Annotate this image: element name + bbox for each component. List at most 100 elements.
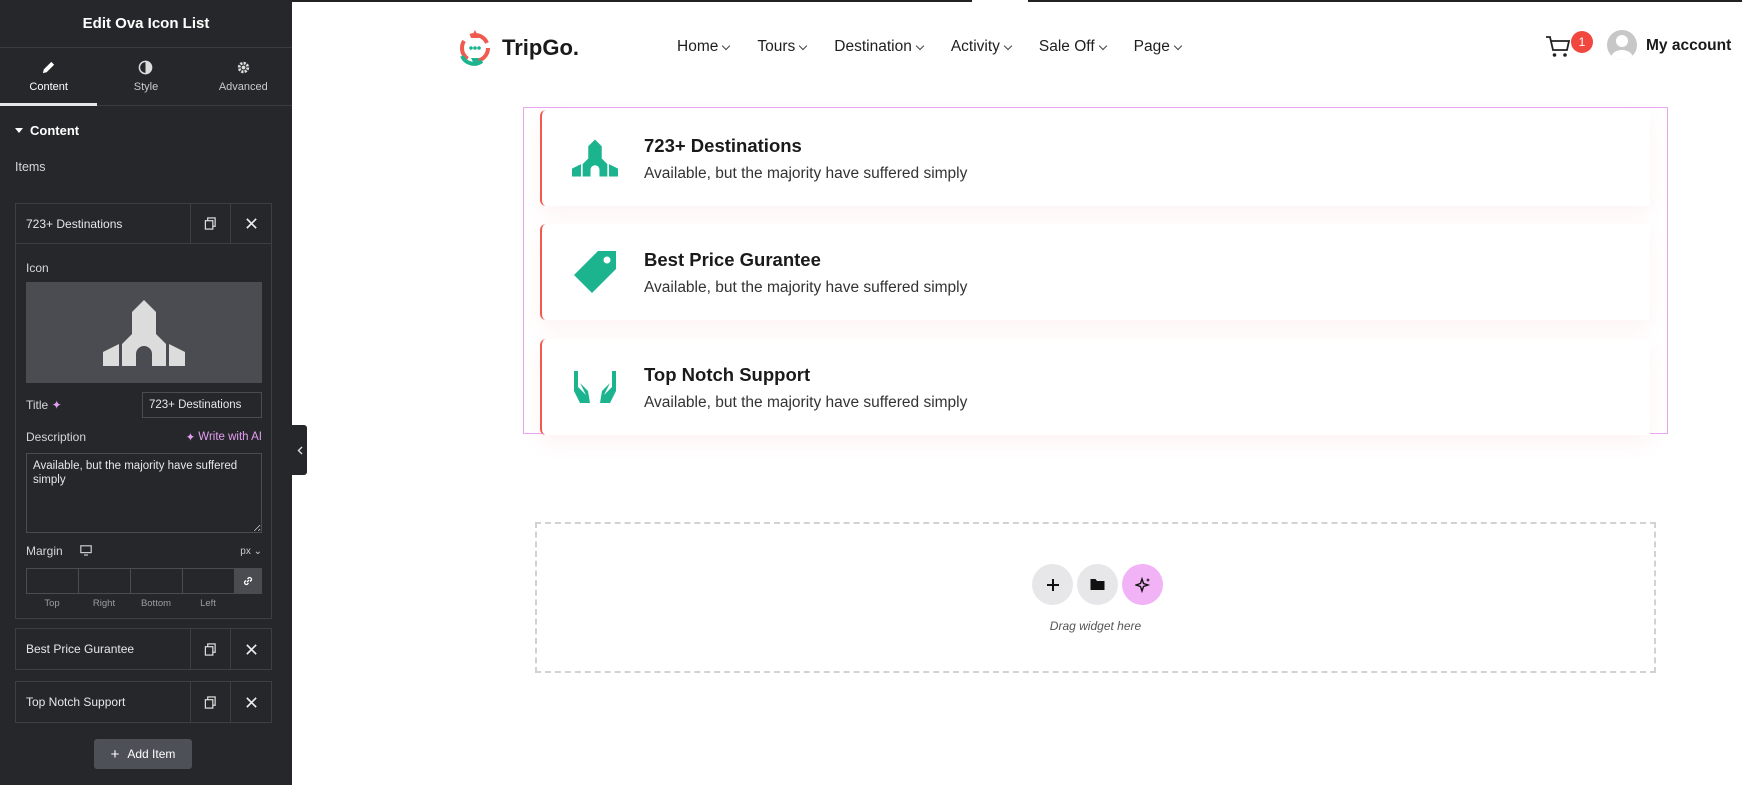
chevron-down-icon — [915, 41, 925, 50]
sparkle-icon — [1134, 576, 1150, 593]
description-textarea[interactable]: Available, but the majority have suffere… — [26, 453, 262, 533]
repeater-item-header[interactable]: 723+ Destinations — [16, 204, 271, 244]
plus-icon — [1046, 578, 1059, 591]
nav-item-destination[interactable]: Destination — [834, 38, 925, 56]
remove-button[interactable] — [231, 682, 271, 722]
icon-list-item: 723+ Destinations Available, but the maj… — [540, 110, 1650, 206]
icon-list-widget[interactable]: 723+ Destinations Available, but the maj… — [523, 107, 1668, 435]
unit-select[interactable]: px ⌄ — [240, 546, 262, 557]
chevron-down-icon — [799, 41, 808, 50]
add-item-label: Add Item — [127, 747, 176, 761]
panel-title: Edit Ova Icon List — [0, 0, 292, 48]
desktop-icon[interactable] — [80, 545, 92, 556]
icon-list-item-description: Available, but the majority have suffere… — [644, 165, 968, 182]
site-logo[interactable]: TripGo. — [456, 28, 579, 68]
margin-top-label: Top — [44, 598, 60, 609]
chevron-down-icon — [1098, 41, 1107, 50]
nav-item-sale-off[interactable]: Sale Off — [1039, 38, 1107, 56]
duplicate-button[interactable] — [191, 629, 231, 669]
items-label: Items — [15, 160, 46, 174]
margin-bottom-input[interactable] — [130, 568, 182, 594]
folder-icon — [1090, 579, 1105, 590]
chevron-down-icon — [1003, 41, 1013, 50]
chevron-left-icon — [297, 446, 302, 454]
icon-label: Icon — [26, 261, 49, 275]
copy-icon — [204, 217, 216, 230]
margin-left-input[interactable] — [182, 568, 234, 594]
chevron-down-icon — [722, 41, 731, 50]
section-toggle-content[interactable]: Content — [0, 110, 292, 150]
icon-list-item-title: Top Notch Support — [644, 364, 811, 385]
hands-icon — [574, 371, 616, 403]
margin-right-input[interactable] — [78, 568, 130, 594]
contrast-icon — [139, 60, 153, 75]
close-icon — [245, 218, 257, 229]
repeater-item-title[interactable]: Top Notch Support — [16, 682, 191, 722]
tab-style[interactable]: Style — [97, 48, 194, 105]
link-values-button[interactable] — [234, 568, 262, 594]
close-icon — [245, 643, 257, 655]
add-item-button[interactable]: + Add Item — [94, 739, 192, 769]
margin-right-label: Right — [92, 598, 116, 609]
chevron-down-icon — [1173, 41, 1183, 50]
icon-list-item-description: Available, but the majority have suffere… — [644, 394, 968, 411]
repeater-item-header[interactable]: Best Price Gurantee — [16, 629, 271, 669]
caret-down-icon — [15, 127, 23, 133]
collapse-panel-button[interactable] — [292, 425, 307, 475]
gear-icon — [237, 61, 250, 74]
building-icon — [103, 299, 185, 366]
margin-label: Margin — [26, 544, 92, 558]
duplicate-button[interactable] — [191, 682, 231, 722]
compass-logo-icon — [460, 30, 490, 66]
icon-list-item-title: Best Price Gurantee — [644, 249, 821, 270]
main-nav: Home Tours Destination Activity Sale Off… — [677, 38, 1183, 56]
remove-button[interactable] — [231, 204, 271, 243]
copy-icon — [204, 695, 216, 709]
avatar[interactable] — [1607, 30, 1637, 60]
tab-content[interactable]: Content — [0, 48, 98, 106]
panel-tabs: Content Style Advanced — [0, 48, 292, 106]
title-label: Title ✦ — [26, 398, 62, 412]
icon-list-item-description: Available, but the majority have suffere… — [644, 279, 968, 296]
repeater-item: Best Price Gurantee — [15, 628, 272, 670]
repeater-item-title[interactable]: 723+ Destinations — [16, 204, 191, 243]
cart-button[interactable] — [1545, 35, 1571, 64]
top-border — [1028, 0, 1742, 2]
nav-item-activity[interactable]: Activity — [951, 38, 1013, 56]
ai-generate-button[interactable] — [1122, 564, 1163, 605]
tab-content-label: Content — [29, 81, 68, 93]
my-account-link[interactable]: My account — [1646, 37, 1731, 55]
price-tag-icon — [574, 251, 616, 293]
editor-panel: Edit Ova Icon List Content Style Advance… — [0, 0, 292, 785]
section-title: Content — [30, 122, 80, 138]
remove-button[interactable] — [231, 629, 271, 669]
write-with-ai-button[interactable]: ✦ Write with AI — [186, 430, 262, 444]
duplicate-button[interactable] — [191, 204, 231, 243]
user-icon — [1611, 35, 1633, 60]
cart-count-badge: 1 — [1571, 31, 1593, 53]
nav-item-page[interactable]: Page — [1134, 38, 1183, 56]
dropzone-hint: Drag widget here — [1049, 619, 1142, 633]
margin-top-input[interactable] — [26, 568, 78, 594]
add-section-button[interactable] — [1032, 564, 1073, 605]
widget-dropzone[interactable]: Drag widget here — [535, 522, 1656, 673]
close-icon — [245, 696, 257, 708]
copy-icon — [204, 642, 216, 656]
add-template-button[interactable] — [1077, 564, 1118, 605]
repeater-item-title[interactable]: Best Price Gurantee — [16, 629, 191, 669]
margin-left-label: Left — [200, 598, 216, 609]
pencil-icon — [43, 61, 55, 74]
tab-advanced[interactable]: Advanced — [195, 48, 292, 105]
write-with-ai-label: Write with AI — [198, 431, 262, 443]
repeater-item-header[interactable]: Top Notch Support — [16, 682, 271, 722]
nav-item-home[interactable]: Home — [677, 38, 731, 56]
repeater-item: 723+ Destinations Icon Title ✦ Descripti… — [15, 203, 272, 619]
icon-picker[interactable] — [26, 282, 262, 383]
brand-name: TripGo. — [502, 35, 579, 60]
tab-advanced-label: Advanced — [218, 81, 268, 93]
repeater-item: Top Notch Support — [15, 681, 272, 723]
icon-list-item: Best Price Gurantee Available, but the m… — [540, 224, 1650, 320]
nav-item-tours[interactable]: Tours — [757, 38, 808, 56]
building-icon — [572, 139, 618, 177]
title-input[interactable] — [142, 392, 262, 418]
